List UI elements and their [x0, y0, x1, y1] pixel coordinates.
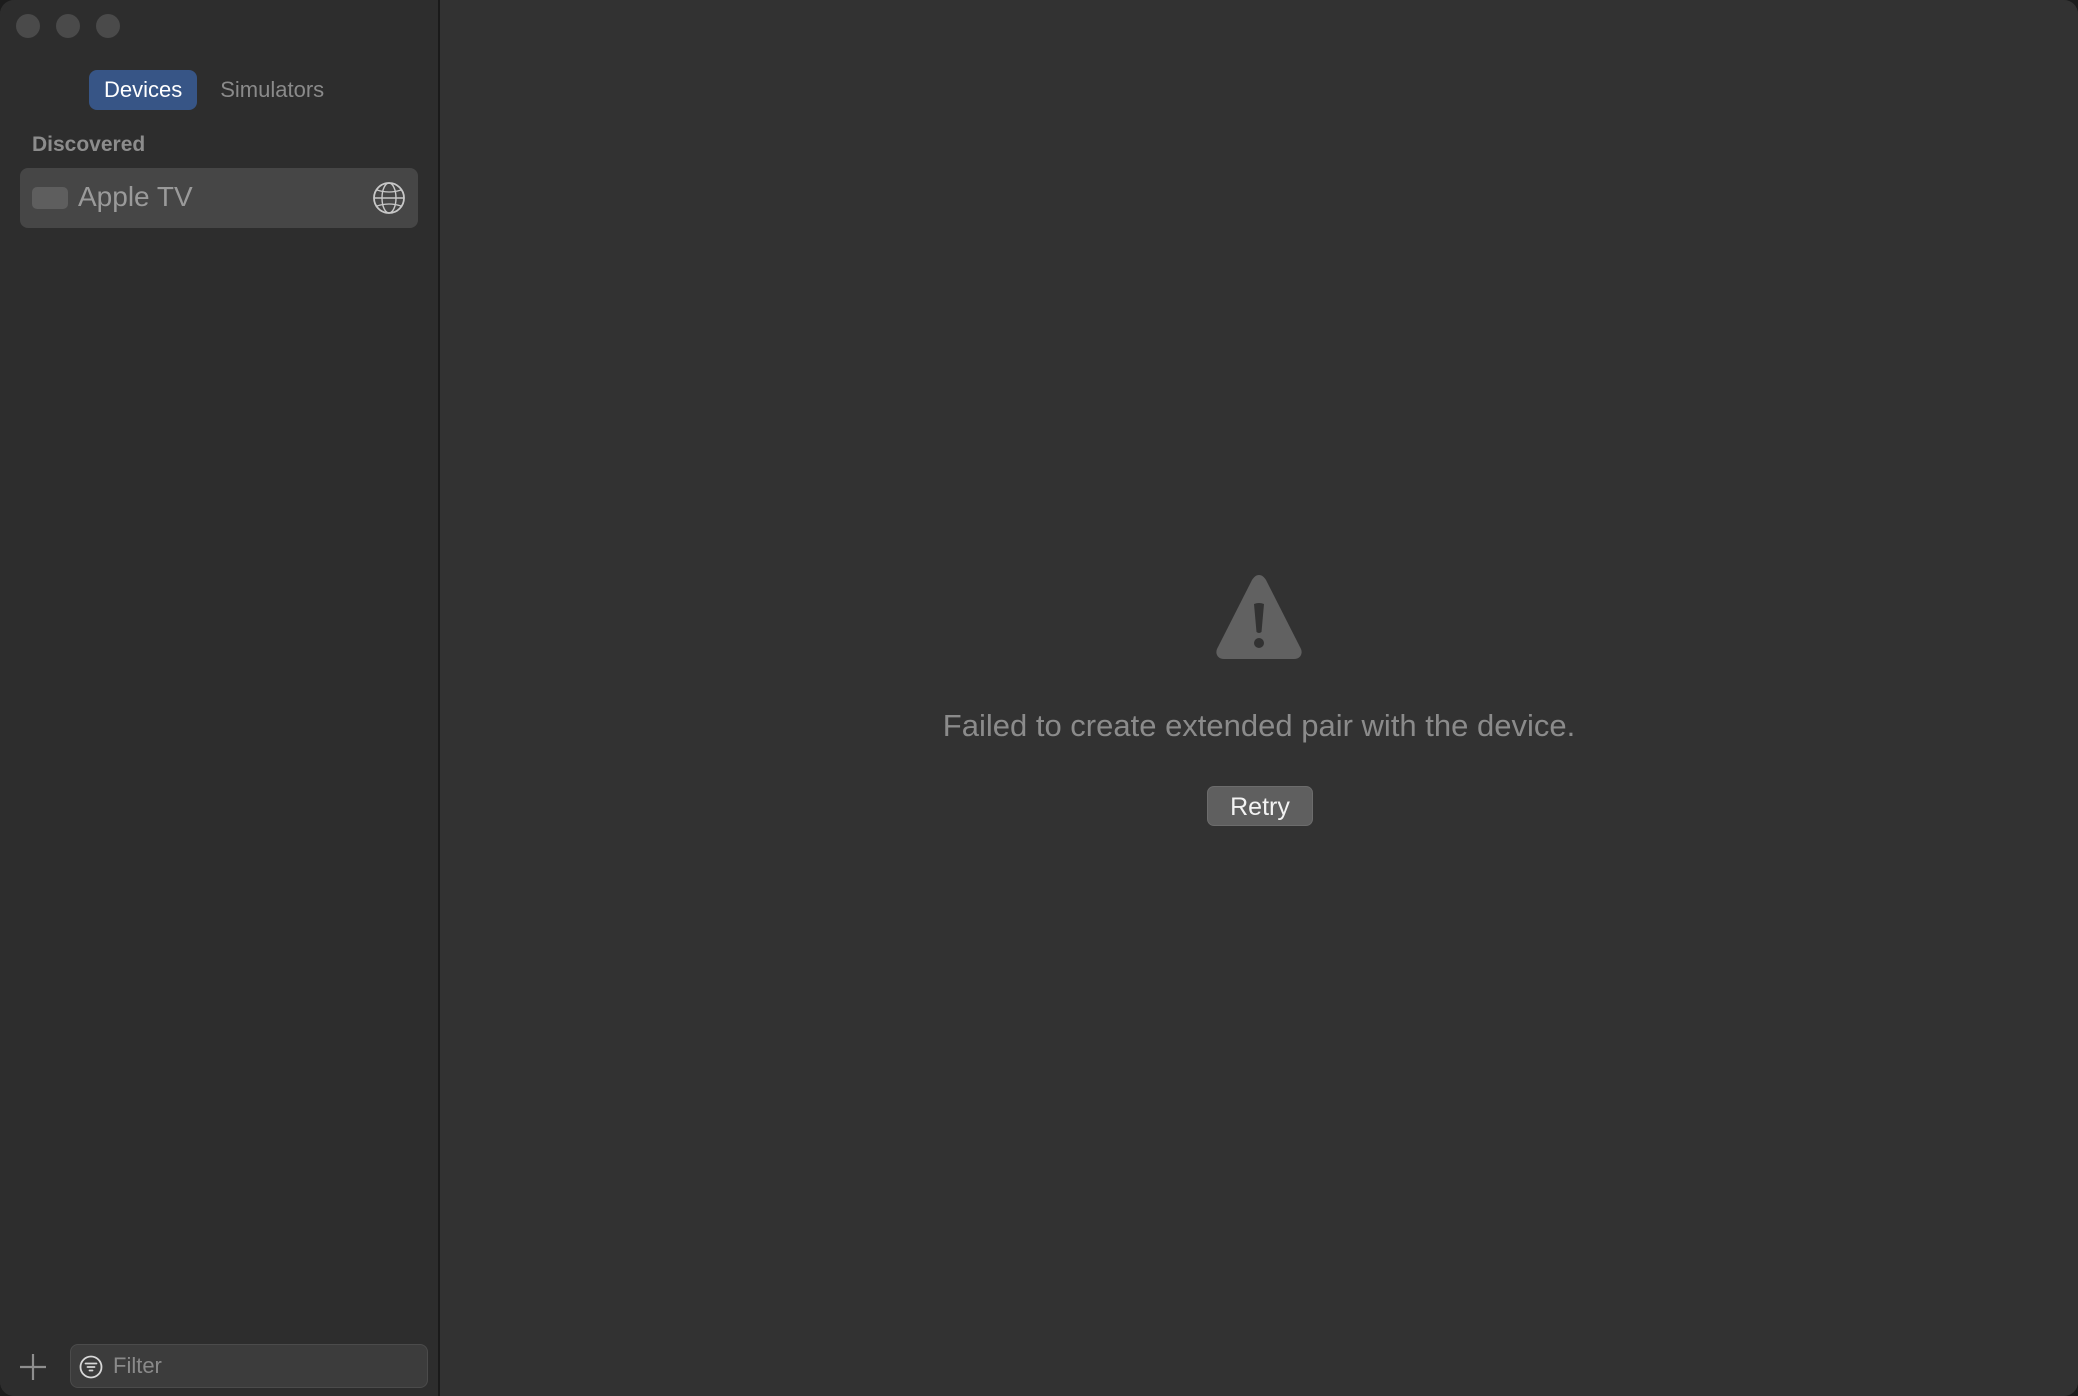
tab-simulators[interactable]: Simulators	[205, 70, 339, 110]
minimize-window-button[interactable]	[56, 14, 80, 38]
device-type-segmented-control: Devices Simulators	[89, 70, 339, 110]
tab-devices[interactable]: Devices	[89, 70, 198, 110]
retry-button[interactable]: Retry	[1207, 786, 1313, 826]
sidebar: Devices Simulators Discovered Apple TV	[0, 0, 440, 1396]
device-name: Apple TV	[78, 181, 193, 212]
section-title-discovered: Discovered	[32, 133, 146, 156]
sidebar-bottom-bar	[0, 1344, 438, 1388]
error-message: Failed to create extended pair with the …	[942, 708, 1576, 743]
main-content: Failed to create extended pair with the …	[440, 0, 2078, 1396]
filter-input[interactable]	[111, 1349, 415, 1383]
device-row-apple-tv[interactable]: Apple TV	[20, 168, 418, 228]
apple-tv-icon	[32, 187, 68, 209]
plus-icon[interactable]	[18, 1352, 48, 1382]
globe-icon	[373, 182, 405, 214]
warning-icon	[1216, 575, 1302, 659]
zoom-window-button[interactable]	[96, 14, 120, 38]
filter-field[interactable]	[70, 1344, 428, 1388]
close-window-button[interactable]	[16, 14, 40, 38]
window-controls	[16, 14, 120, 38]
window: Devices Simulators Discovered Apple TV F…	[0, 0, 2078, 1396]
filter-icon	[79, 1355, 103, 1379]
